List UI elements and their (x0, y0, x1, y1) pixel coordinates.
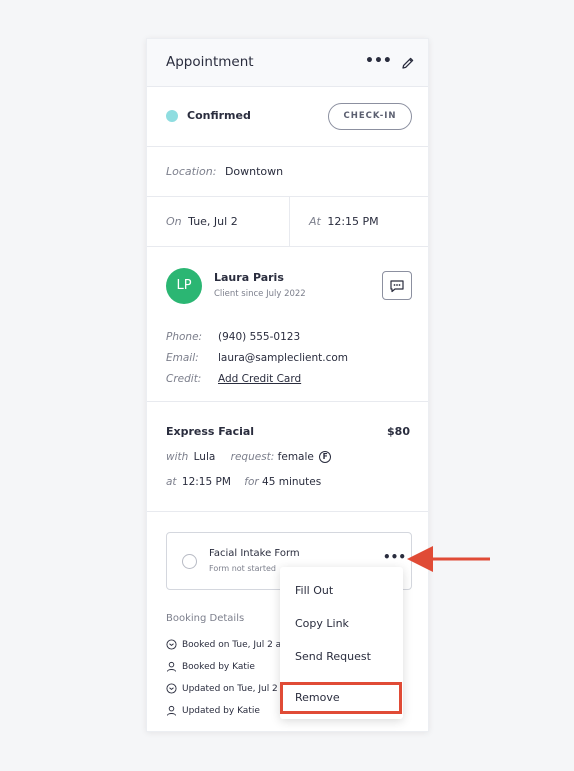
add-credit-card-link[interactable]: Add Credit Card (218, 373, 301, 385)
time-row[interactable]: At 12:15 PM (309, 215, 379, 228)
email-label: Email: (166, 352, 199, 364)
avatar: LP (166, 268, 202, 304)
request-label: request: (230, 451, 275, 463)
at-label: at (166, 476, 177, 488)
person-icon (166, 661, 177, 672)
menu-item-remove[interactable]: Remove (295, 691, 340, 704)
booking-details-title: Booking Details (166, 613, 245, 624)
email-value: laura@sampleclient.com (218, 352, 349, 364)
date-label: On (166, 215, 182, 228)
chat-icon (390, 279, 404, 292)
credit-label: Credit: (166, 373, 202, 385)
client-since: Client since July 2022 (214, 289, 306, 299)
service-section: Express Facial $80 with Lula request: fe… (147, 402, 428, 512)
request-value: female (277, 451, 314, 463)
status-label: Confirmed (187, 109, 251, 122)
location-label: Location: (166, 165, 217, 178)
clock-icon (166, 683, 177, 694)
location-row: Location: Downtown (166, 165, 283, 178)
status-section: Confirmed CHECK-IN (147, 87, 428, 147)
phone-label: Phone: (166, 331, 203, 343)
form-more-options-icon[interactable]: ••• (383, 550, 406, 564)
date-value: Tue, Jul 2 (188, 215, 238, 228)
datetime-section: On Tue, Jul 2 At 12:15 PM (147, 197, 428, 247)
booking-detail-item: Booked by Katie (166, 661, 255, 672)
status-dot (166, 110, 178, 122)
date-row[interactable]: On Tue, Jul 2 (166, 215, 238, 228)
client-section: LP Laura Paris Client since July 2022 Ph… (147, 247, 428, 402)
phone-value: (940) 555-0123 (218, 331, 301, 343)
menu-item-copy-link[interactable]: Copy Link (295, 617, 349, 630)
client-name: Laura Paris (214, 271, 284, 284)
service-duration: 45 minutes (262, 476, 322, 488)
form-status-circle-icon[interactable] (182, 554, 197, 569)
credit-row: Credit: Add Credit Card (166, 373, 301, 385)
location-value: Downtown (224, 165, 284, 178)
menu-item-fill-out[interactable]: Fill Out (295, 584, 333, 597)
schedule-row: at 12:15 PM for 45 minutes (166, 476, 321, 488)
panel-header: Appointment ••• (147, 39, 428, 87)
with-label: with (166, 451, 189, 463)
booking-detail-text: Booked on Tue, Jul 2 a (182, 639, 282, 650)
pencil-icon[interactable] (400, 55, 416, 71)
form-status: Form not started (209, 564, 276, 573)
provider-row: with Lula request: female F (166, 451, 332, 463)
for-label: for (244, 476, 259, 488)
clock-icon (166, 639, 177, 650)
message-button[interactable] (382, 271, 412, 300)
provider-name: Lula (193, 451, 216, 463)
service-price: $80 (387, 425, 410, 438)
phone-row: Phone: (940) 555-0123 (166, 331, 300, 343)
form-options-menu: Fill Out Copy Link Send Request Remove (280, 567, 403, 719)
page-title: Appointment (166, 54, 254, 70)
female-badge-icon: F (319, 451, 332, 463)
divider (289, 197, 290, 246)
booking-detail-item: Updated on Tue, Jul 2 (166, 683, 278, 694)
location-section: Location: Downtown (147, 147, 428, 197)
booking-detail-item: Updated by Katie (166, 705, 260, 716)
pointer-arrow-icon (407, 546, 490, 572)
time-label: At (309, 215, 321, 228)
booking-detail-text: Booked by Katie (182, 661, 255, 672)
service-name: Express Facial (166, 425, 255, 438)
booking-detail-text: Updated on Tue, Jul 2 (182, 683, 278, 694)
booking-detail-item: Booked on Tue, Jul 2 a (166, 639, 281, 650)
form-title: Facial Intake Form (209, 548, 300, 559)
more-options-icon[interactable]: ••• (365, 53, 392, 69)
menu-item-send-request[interactable]: Send Request (295, 650, 371, 663)
check-in-button[interactable]: CHECK-IN (328, 103, 412, 130)
email-row: Email: laura@sampleclient.com (166, 352, 348, 364)
time-value: 12:15 PM (327, 215, 379, 228)
booking-detail-text: Updated by Katie (182, 705, 260, 716)
service-time: 12:15 PM (181, 476, 231, 488)
person-icon (166, 705, 177, 716)
